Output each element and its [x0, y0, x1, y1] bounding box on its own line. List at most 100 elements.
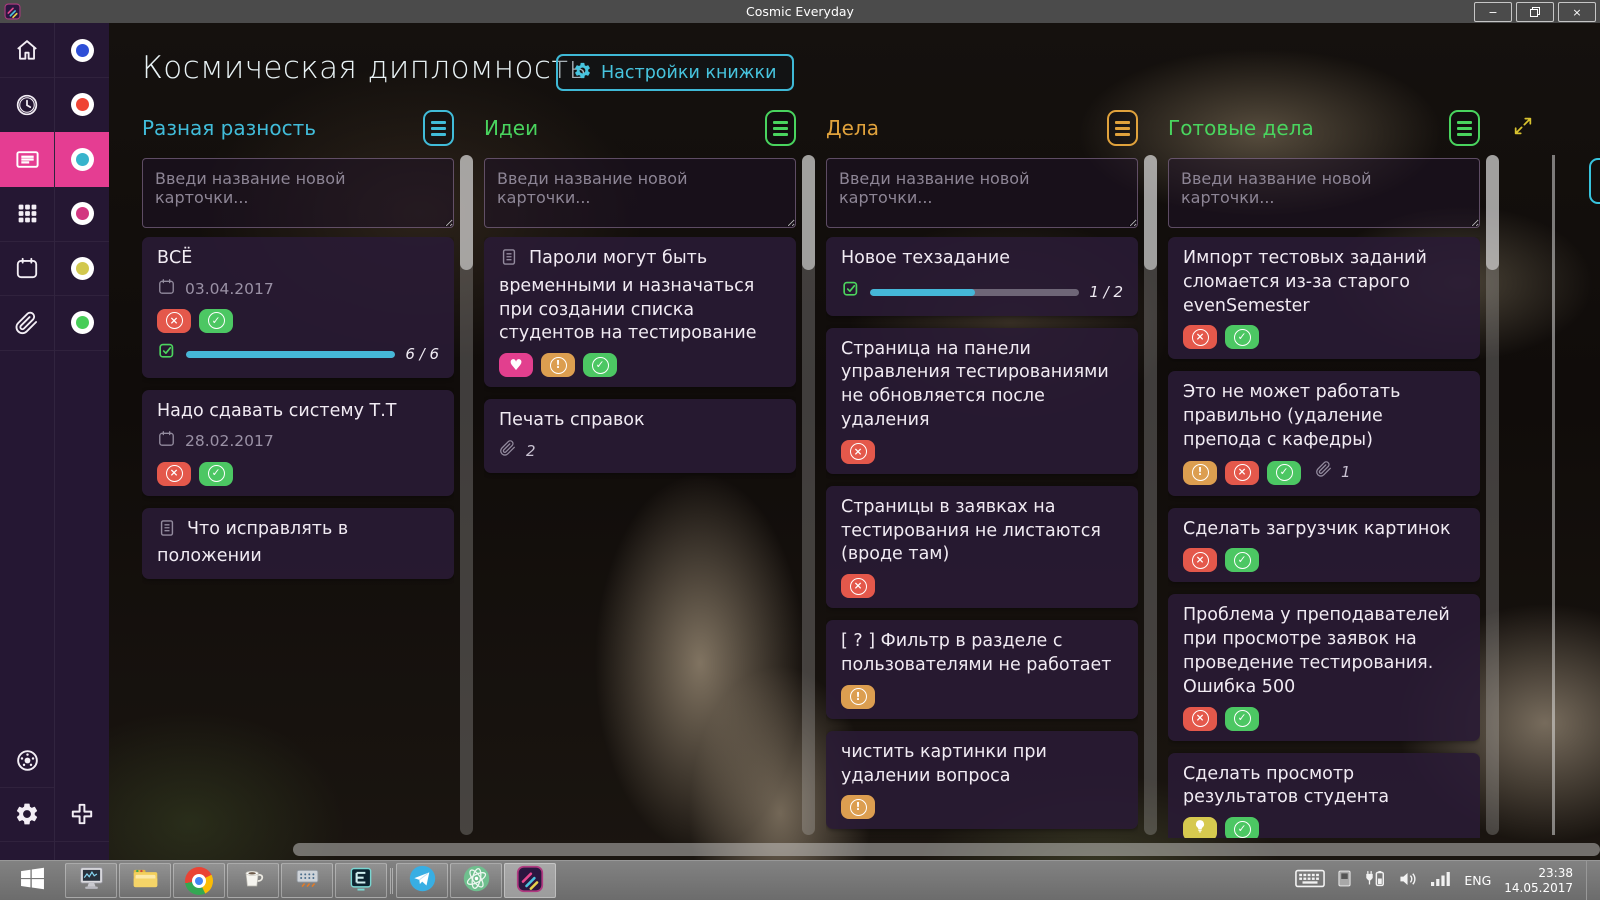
atom-editor-icon [462, 864, 491, 897]
card[interactable]: ВСЁ 03.04.2017 × ✓ 6 / 6 [142, 237, 454, 378]
card[interactable]: Импорт тестовых заданий сломается из-за … [1168, 237, 1480, 360]
card[interactable]: Страница на панели управления тестирован… [826, 327, 1138, 474]
new-card-input[interactable] [142, 158, 454, 228]
card[interactable]: Проблема у преподавателей при просмотре … [1168, 594, 1480, 741]
sidebar-book-dot-grid[interactable] [55, 187, 109, 242]
expand-arrows-icon[interactable] [1512, 115, 1534, 137]
screen: Cosmic Everyday − × Космическая дипломно… [0, 0, 1600, 900]
card[interactable]: Сделать загрузчик картинок × ✓ [1168, 507, 1480, 583]
horizontal-scrollbar[interactable] [293, 843, 1600, 856]
new-card-input[interactable] [484, 158, 796, 228]
language-indicator[interactable]: ENG [1464, 873, 1491, 888]
new-card-input[interactable] [826, 158, 1138, 228]
battery-plug-icon[interactable] [1364, 870, 1386, 891]
taskbar-app-system-monitor[interactable] [65, 863, 117, 898]
column-menu-button[interactable] [1107, 110, 1138, 146]
badge-approve: ✓ [1225, 325, 1259, 350]
file-explorer-icon [131, 864, 160, 897]
window-box-icon[interactable] [1338, 870, 1351, 891]
taskbar-app-cosmic-everyday[interactable] [504, 863, 556, 898]
circle-cross-icon: × [1191, 551, 1209, 569]
card[interactable]: Что исправлять в положении [142, 507, 454, 580]
sidebar-item-board[interactable] [0, 132, 54, 187]
column-menu-button[interactable] [423, 110, 454, 146]
sidebar-item-attachment[interactable] [0, 296, 54, 351]
keyboard-icon[interactable] [1295, 869, 1326, 892]
column-title: Дела [826, 116, 879, 140]
grid-icon [15, 201, 40, 226]
taskbar-app-coffee-cup[interactable] [227, 863, 279, 898]
sidebar-item-wheel[interactable] [0, 733, 54, 788]
book-settings-button[interactable]: Настройки книжки [556, 54, 794, 91]
taskbar-app-e-monitor[interactable] [335, 863, 387, 898]
column-scrollbar[interactable] [460, 155, 473, 835]
sidebar-item-settings[interactable] [0, 787, 54, 842]
column-title: Идеи [484, 116, 539, 140]
board-column-3: Дела Новое техзадание 1 / 2 Страница на пан… [826, 109, 1138, 830]
chrome-icon [185, 866, 213, 895]
new-card-input[interactable] [1168, 158, 1480, 228]
bulb-icon [1193, 817, 1207, 838]
sidebar-item-clock[interactable] [0, 78, 54, 133]
badge-approve: ✓ [583, 353, 617, 378]
column-title: Готовые дела [1168, 116, 1314, 140]
sidebar-book-dot-clock[interactable] [55, 78, 109, 133]
card-title: Сделать просмотр результатов студента [1183, 763, 1390, 808]
badge-reject: × [1183, 548, 1217, 573]
card[interactable]: Страницы в заявках на тестирования не ли… [826, 485, 1138, 609]
card[interactable]: чистить картинки при удалении вопроса! [826, 730, 1138, 830]
book-color-dot-icon [70, 311, 94, 334]
circle-exclamation-icon: ! [849, 688, 867, 706]
sidebar-book-dot-calendar[interactable] [55, 241, 109, 296]
card[interactable]: Пароли могут быть временными и назначать… [484, 237, 796, 388]
board-scrollbar-track[interactable] [1552, 155, 1555, 835]
taskbar: ENG 23:38 14.05.2017 [0, 860, 1600, 900]
taskbar-app-telegram[interactable] [396, 863, 448, 898]
column-scrollbar[interactable] [1486, 155, 1499, 835]
card[interactable]: Надо сдавать систему Т.Т 28.02.2017 × ✓ [142, 389, 454, 496]
card-title: Печать справок [499, 410, 645, 431]
circle-check-icon: ✓ [207, 465, 225, 483]
sidebar-book-dot-home[interactable] [55, 23, 109, 78]
circle-cross-icon: × [849, 577, 867, 595]
badge-approve: ✓ [199, 461, 233, 486]
card[interactable]: Печать справок 2 [484, 399, 796, 474]
minimize-button[interactable]: − [1474, 2, 1512, 22]
sidebar-item-home[interactable] [0, 23, 54, 78]
card[interactable]: Новое техзадание 1 / 2 [826, 237, 1138, 316]
board-column-2: Идеи Пароли могут быть временными и назна… [484, 109, 796, 474]
taskbar-app-google-chrome[interactable] [173, 863, 225, 898]
badge-approve: ✓ [1225, 548, 1259, 573]
sidebar-item-calendar[interactable] [0, 241, 54, 296]
column-menu-button[interactable] [1449, 110, 1480, 146]
column-menu-button[interactable] [765, 110, 796, 146]
card[interactable]: [ ? ] Фильтр в разделе с пользователями … [826, 620, 1138, 719]
card-title: Что исправлять в положении [157, 518, 349, 567]
card[interactable]: Это не может работать правильно (удалени… [1168, 371, 1480, 496]
card-list: Импорт тестовых заданий сломается из-за … [1168, 237, 1480, 838]
restore-button[interactable] [1516, 2, 1554, 22]
sidebar-item-add-book[interactable] [55, 787, 109, 842]
taskbar-app-zis-utility[interactable] [281, 863, 333, 898]
show-desktop-button[interactable] [1586, 861, 1594, 900]
sidebar-item-grid[interactable] [0, 187, 54, 242]
taskbar-app-atom-editor[interactable] [450, 863, 502, 898]
checklist-progressbar [186, 350, 396, 358]
start-button[interactable] [0, 861, 64, 900]
book-color-dot-icon [70, 147, 94, 171]
sidebar-book-dot-board[interactable] [55, 132, 109, 187]
column-scrollbar[interactable] [1144, 155, 1157, 835]
column-scrollbar[interactable] [802, 155, 815, 835]
badge-approve: ✓ [1267, 460, 1301, 485]
taskbar-app-file-explorer[interactable] [119, 863, 171, 898]
badge-reject: × [1183, 325, 1217, 350]
card-title: Это не может работать правильно (удалени… [1183, 382, 1401, 450]
close-button[interactable]: × [1558, 2, 1596, 22]
sidebar-book-dot-attachment[interactable] [55, 296, 109, 351]
signal-bars-icon[interactable] [1431, 871, 1451, 890]
tray-time: 23:38 [1538, 865, 1573, 880]
card-list: Пароли могут быть временными и назначать… [484, 237, 796, 838]
clock[interactable]: 23:38 14.05.2017 [1504, 866, 1573, 896]
card[interactable]: Сделать просмотр результатов студента ✓ [1168, 752, 1480, 838]
speaker-icon[interactable] [1399, 871, 1418, 891]
